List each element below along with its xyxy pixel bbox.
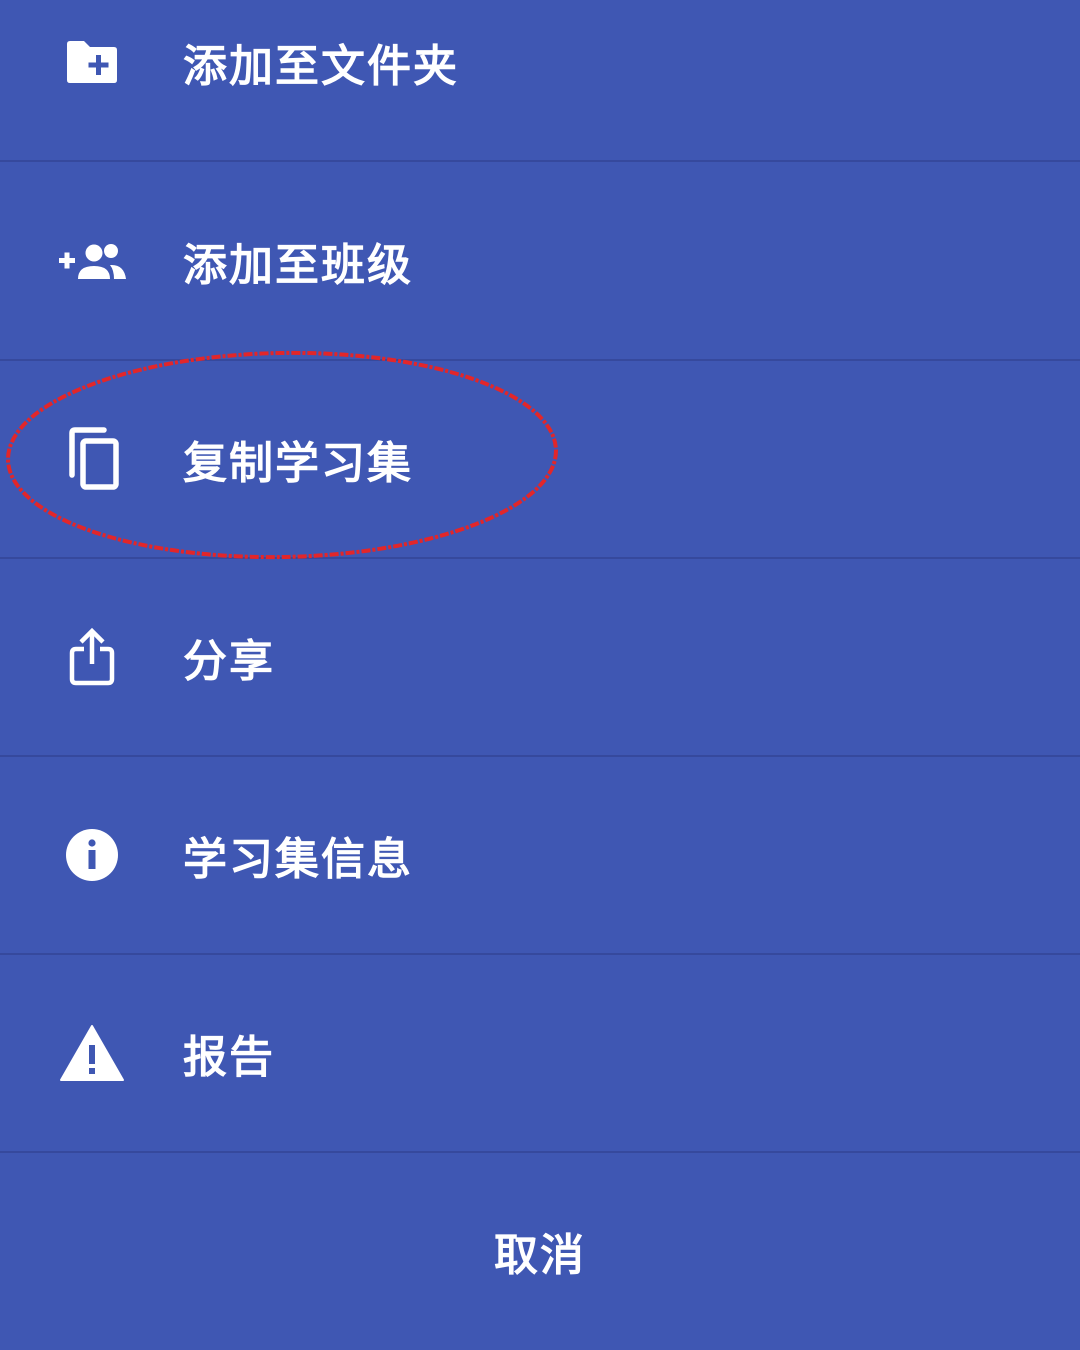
copy-icon — [56, 423, 128, 495]
share-icon — [56, 621, 128, 693]
menu-item-label: 添加至班级 — [183, 239, 413, 291]
cancel-button[interactable]: 取消 — [0, 1152, 1080, 1350]
group-add-icon — [56, 225, 128, 297]
menu-item-add-to-class[interactable]: 添加至班级 — [0, 162, 1080, 361]
info-icon — [56, 819, 128, 891]
menu-item-label: 学习集信息 — [183, 833, 413, 885]
menu-item-share[interactable]: 分享 — [0, 558, 1080, 757]
menu-item-label: 报告 — [183, 1031, 275, 1083]
folder-add-icon — [56, 26, 128, 98]
menu-item-label: 添加至文件夹 — [183, 40, 459, 92]
cancel-label: 取消 — [494, 1230, 586, 1281]
menu-item-add-to-folder[interactable]: 添加至文件夹 — [0, 0, 1080, 162]
menu-item-report[interactable]: 报告 — [0, 954, 1080, 1153]
bottom-sheet-menu: 添加至文件夹 添加至班级 复制学习集 分享 学习集信息 报告 取消 — [0, 0, 1080, 1350]
menu-item-label: 分享 — [183, 635, 275, 687]
warning-icon — [56, 1017, 128, 1089]
menu-item-label: 复制学习集 — [183, 437, 413, 489]
menu-item-copy-study-set[interactable]: 复制学习集 — [0, 360, 1080, 559]
menu-item-study-set-info[interactable]: 学习集信息 — [0, 756, 1080, 955]
